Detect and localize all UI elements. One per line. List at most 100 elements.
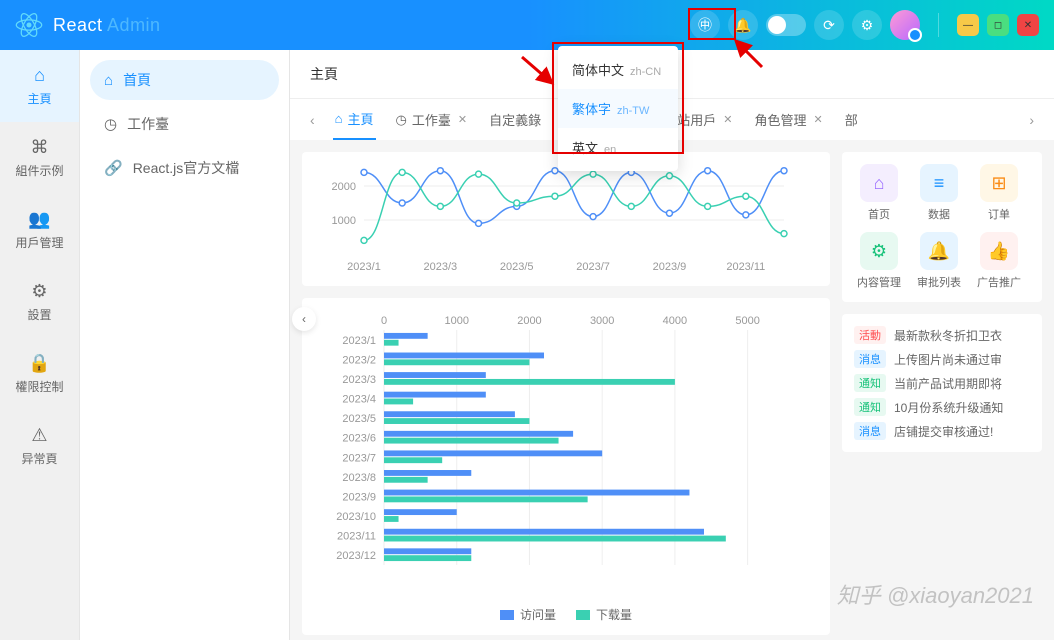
- refresh-button[interactable]: ⟳: [814, 10, 844, 40]
- quick-action-3[interactable]: ⚙内容管理: [854, 232, 904, 290]
- user-avatar[interactable]: [890, 10, 920, 40]
- news-tag: 消息: [854, 422, 886, 440]
- sidebar-item-1[interactable]: ◷工作臺: [90, 104, 279, 144]
- logo-area: React Admin: [15, 11, 161, 39]
- news-text: 10月份系统升级通知: [894, 399, 1030, 416]
- legend-label: 访问量: [520, 606, 556, 623]
- nav-rail-item-3[interactable]: ⚙設置: [0, 266, 79, 338]
- legend-swatch: [500, 610, 514, 620]
- quick-action-icon: 🔔: [920, 232, 958, 270]
- line-chart-card: 100020002023/12023/32023/52023/72023/920…: [302, 152, 830, 286]
- tab-label: 自定義錄: [489, 110, 541, 129]
- svg-text:2023/1: 2023/1: [347, 261, 381, 273]
- quick-action-icon: 👍: [980, 232, 1018, 270]
- tab-close-icon[interactable]: ✕: [723, 113, 732, 126]
- divider: [938, 13, 939, 37]
- quick-action-5[interactable]: 👍广告推广: [974, 232, 1024, 290]
- tab-6[interactable]: 部: [843, 99, 860, 140]
- sidebar-item-label: 工作臺: [127, 114, 169, 134]
- news-item-1[interactable]: 消息上传图片尚未通过审: [854, 350, 1030, 368]
- news-item-0[interactable]: 活動最新款秋冬折扣卫衣: [854, 326, 1030, 344]
- line-chart: 100020002023/12023/32023/52023/72023/920…: [314, 164, 818, 274]
- tabs-prev-button[interactable]: ‹: [310, 102, 315, 138]
- topbar-actions: ㊥ 🔔 ⟳ ⚙ — ◻ ✕: [690, 10, 1039, 40]
- tab-close-icon[interactable]: ✕: [458, 113, 467, 126]
- svg-text:2023/7: 2023/7: [342, 452, 376, 464]
- lang-code: en: [604, 144, 616, 156]
- lang-option-zh-CN[interactable]: 简体中文zh-CN: [558, 50, 678, 89]
- avatar-edit-icon: [908, 28, 922, 42]
- quick-action-icon: ⌂: [860, 164, 898, 202]
- tab-2[interactable]: 自定義錄: [487, 99, 543, 140]
- nav-item-icon: 🔒: [0, 353, 79, 374]
- language-dropdown[interactable]: 简体中文zh-CN繁体字zh-TW 英文 en: [558, 46, 678, 171]
- tab-0[interactable]: ⌂主頁: [333, 99, 376, 140]
- svg-text:2023/7: 2023/7: [576, 261, 610, 273]
- news-text: 店铺提交审核通过!: [894, 423, 1030, 440]
- legend-swatch: [576, 610, 590, 620]
- nav-rail-item-2[interactable]: 👥用戶管理: [0, 194, 79, 266]
- tab-5[interactable]: 角色管理✕: [752, 99, 824, 140]
- bar-chart: 0100020003000400050002023/12023/22023/32…: [314, 310, 818, 600]
- quick-action-label: 订单: [974, 206, 1024, 222]
- nav-item-icon: ⚙: [0, 281, 79, 302]
- theme-toggle[interactable]: [766, 14, 806, 36]
- quick-action-0[interactable]: ⌂ 首页: [854, 164, 904, 222]
- news-card: 活動最新款秋冬折扣卫衣消息上传图片尚未通过审通知当前产品试用期即将通知10月份系…: [842, 314, 1042, 452]
- collapse-panel-button[interactable]: ‹: [292, 307, 316, 331]
- svg-text:2023/12: 2023/12: [336, 550, 376, 562]
- legend-label: 下载量: [596, 606, 632, 623]
- nav-item-label: 主頁: [27, 92, 51, 106]
- tab-label: 工作臺: [412, 110, 451, 129]
- svg-text:2023/6: 2023/6: [342, 433, 376, 445]
- news-item-2[interactable]: 通知当前产品试用期即将: [854, 374, 1030, 392]
- nav-rail-item-1[interactable]: ⌘組件示例: [0, 122, 79, 194]
- svg-text:2023/11: 2023/11: [726, 261, 765, 273]
- news-text: 上传图片尚未通过审: [894, 351, 1030, 368]
- tabs-next-button[interactable]: ›: [1029, 102, 1034, 138]
- svg-text:2023/11: 2023/11: [337, 531, 376, 543]
- svg-text:2023/3: 2023/3: [342, 374, 376, 386]
- quick-action-label: 审批列表: [914, 274, 964, 290]
- tab-close-icon[interactable]: ✕: [813, 113, 822, 126]
- quick-action-2[interactable]: ⊞订单: [974, 164, 1024, 222]
- lang-code: zh-CN: [630, 66, 661, 78]
- svg-text:5000: 5000: [735, 315, 759, 327]
- quick-actions-card: ⌂ 首页 ≡数据⊞订单 ⚙内容管理 🔔 审批列表 👍广告推广: [842, 152, 1042, 302]
- sidebar-item-0[interactable]: ⌂首頁: [90, 60, 279, 100]
- nav-rail-item-0[interactable]: ⌂主頁: [0, 50, 79, 122]
- window-minimize-button[interactable]: —: [957, 14, 979, 36]
- settings-button[interactable]: ⚙: [852, 10, 882, 40]
- lang-option-zh-TW[interactable]: 繁体字zh-TW: [558, 89, 678, 128]
- news-item-4[interactable]: 消息店铺提交审核通过!: [854, 422, 1030, 440]
- quick-action-4[interactable]: 🔔 审批列表: [914, 232, 964, 290]
- nav-rail: ⌂主頁⌘組件示例👥用戶管理⚙設置🔒權限控制⚠异常頁: [0, 50, 80, 640]
- window-close-button[interactable]: ✕: [1017, 14, 1039, 36]
- news-tag: 通知: [854, 374, 886, 392]
- nav-rail-item-4[interactable]: 🔒權限控制: [0, 338, 79, 410]
- nav-item-label: 組件示例: [15, 164, 63, 178]
- news-item-3[interactable]: 通知10月份系统升级通知: [854, 398, 1030, 416]
- nav-rail-item-5[interactable]: ⚠异常頁: [0, 410, 79, 482]
- language-button[interactable]: ㊥: [690, 10, 720, 40]
- window-maximize-button[interactable]: ◻: [987, 14, 1009, 36]
- topbar: React Admin ㊥ 🔔 ⟳ ⚙ — ◻ ✕: [0, 0, 1054, 50]
- lang-label: 英文: [572, 138, 598, 157]
- nav-item-icon: ⚠: [0, 425, 79, 446]
- tab-icon: ◷: [396, 112, 407, 128]
- tab-icon: ⌂: [335, 111, 343, 126]
- sidebar-item-2[interactable]: 🔗React.js官方文檔: [90, 148, 279, 188]
- svg-text:2023/1: 2023/1: [342, 335, 376, 347]
- sidebar-item-icon: ⌂: [104, 72, 113, 89]
- svg-text:2000: 2000: [517, 315, 541, 327]
- bar-chart-legend: 访问量 下载量: [314, 600, 818, 623]
- tab-1[interactable]: ◷ 工作臺 ✕: [394, 99, 470, 140]
- bar-chart-card: 0100020003000400050002023/12023/22023/32…: [302, 298, 830, 635]
- svg-text:2023/8: 2023/8: [342, 472, 376, 484]
- quick-action-label: 首页: [854, 206, 904, 222]
- notifications-button[interactable]: 🔔: [728, 10, 758, 40]
- quick-action-1[interactable]: ≡数据: [914, 164, 964, 222]
- lang-option-en[interactable]: 英文 en: [558, 128, 678, 167]
- react-logo-icon: [15, 11, 43, 39]
- legend-item: 下载量: [576, 606, 632, 623]
